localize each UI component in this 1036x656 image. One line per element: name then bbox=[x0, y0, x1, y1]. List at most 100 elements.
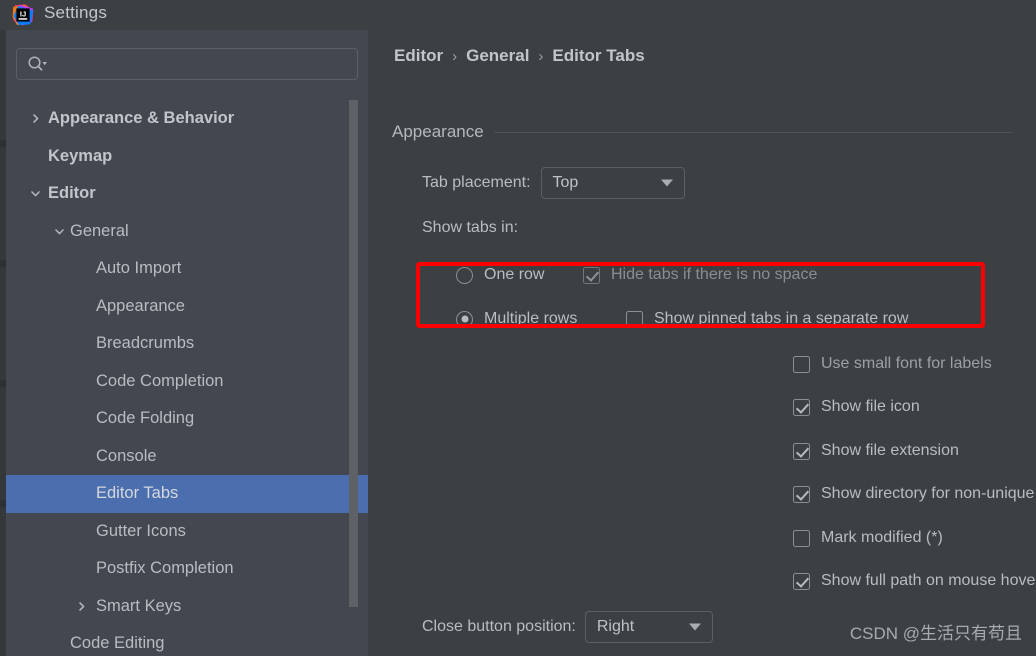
checkbox-input[interactable] bbox=[793, 398, 810, 416]
sidebar-item-label: Code Folding bbox=[96, 409, 195, 428]
checkbox-label: Show directory for non-unique file names bbox=[821, 485, 1036, 502]
sidebar-item-code-editing[interactable]: Code Editing bbox=[6, 625, 368, 656]
sidebar-item-label: Keymap bbox=[48, 146, 113, 165]
checkbox-input[interactable] bbox=[793, 442, 810, 460]
chevron-right-icon[interactable] bbox=[74, 599, 88, 613]
tab-placement-dropdown[interactable]: Top bbox=[540, 167, 685, 199]
multiple-rows-label: Multiple rows bbox=[484, 310, 578, 327]
sidebar-item-label: Appearance bbox=[96, 296, 185, 315]
sidebar-item-auto-import[interactable]: Auto Import bbox=[6, 250, 368, 288]
hide-tabs-no-space-label: Hide tabs if there is no space bbox=[611, 266, 818, 283]
breadcrumb-separator-icon: › bbox=[538, 47, 544, 65]
sidebar-item-label: Editor Tabs bbox=[96, 484, 179, 503]
checkbox-label: Show full path on mouse hover bbox=[821, 572, 1036, 589]
settings-window: IJ Settings Appearance & Behavior Keymap E… bbox=[0, 0, 1036, 656]
checkbox-option-mark-modified[interactable]: Mark modified (*) bbox=[793, 529, 943, 547]
caret-down-icon bbox=[42, 62, 47, 66]
sidebar-item-label: Code Completion bbox=[96, 371, 224, 390]
close-button-position-row: Close button position: Right bbox=[422, 611, 713, 643]
sidebar-scrollbar-thumb[interactable] bbox=[349, 100, 358, 607]
sidebar-item-breadcrumbs[interactable]: Breadcrumbs bbox=[6, 325, 368, 363]
hide-tabs-no-space-option[interactable]: Hide tabs if there is no space bbox=[583, 266, 817, 284]
checkbox-label: Use small font for labels bbox=[821, 355, 992, 372]
sidebar-item-label: General bbox=[70, 221, 129, 240]
svg-text:IJ: IJ bbox=[20, 10, 26, 19]
multiple-rows-option[interactable]: Multiple rows bbox=[456, 310, 577, 328]
checkbox-input[interactable] bbox=[793, 355, 810, 373]
sidebar-item-editor[interactable]: Editor bbox=[6, 175, 368, 213]
checkbox-option-show-full-path-on-mouse-hover[interactable]: Show full path on mouse hover bbox=[793, 572, 1036, 590]
search-icon[interactable] bbox=[27, 55, 49, 74]
sidebar-item-general[interactable]: General bbox=[6, 213, 368, 251]
settings-tree: Appearance & Behavior Keymap Editor General… bbox=[6, 100, 368, 656]
checkbox-option-use-small-font-for-labels[interactable]: Use small font for labels bbox=[793, 355, 992, 373]
checkbox-option-show-file-extension[interactable]: Show file extension bbox=[793, 442, 959, 460]
sidebar-item-label: Smart Keys bbox=[96, 596, 182, 615]
tab-placement-row: Tab placement: Top bbox=[422, 167, 685, 199]
close-button-position-dropdown[interactable]: Right bbox=[584, 611, 713, 643]
sidebar-item-label: Appearance & Behavior bbox=[48, 109, 235, 128]
sidebar-item-smart-keys[interactable]: Smart Keys bbox=[6, 588, 368, 626]
breadcrumb-item-editor-tabs[interactable]: Editor Tabs bbox=[552, 46, 644, 66]
pinned-separate-row-option[interactable]: Show pinned tabs in a separate row bbox=[626, 310, 908, 328]
checkbox-label: Mark modified (*) bbox=[821, 529, 943, 546]
multiple-rows-radio[interactable] bbox=[456, 310, 473, 328]
breadcrumb-item-editor[interactable]: Editor bbox=[394, 46, 443, 66]
section-divider bbox=[493, 131, 1012, 133]
settings-main-panel: Editor › General › Editor Tabs Appearanc… bbox=[368, 30, 1036, 656]
sidebar-scrollbar-track[interactable] bbox=[349, 30, 363, 656]
intellij-idea-logo-icon: IJ bbox=[12, 4, 34, 26]
close-button-position-value: Right bbox=[596, 618, 635, 635]
close-button-position-label: Close button position: bbox=[422, 618, 576, 635]
checkbox-label: Show file extension bbox=[821, 442, 959, 459]
sidebar-item-console[interactable]: Console bbox=[6, 438, 368, 476]
sidebar-item-code-folding[interactable]: Code Folding bbox=[6, 400, 368, 438]
search-field[interactable] bbox=[16, 48, 358, 80]
sidebar-item-label: Postfix Completion bbox=[96, 559, 234, 578]
sidebar-item-label: Console bbox=[96, 446, 157, 465]
checkbox-option-show-file-icon[interactable]: Show file icon bbox=[793, 398, 920, 416]
pinned-separate-row-label: Show pinned tabs in a separate row bbox=[654, 310, 909, 327]
show-tabs-in-label: Show tabs in: bbox=[422, 219, 519, 236]
sidebar-item-code-completion[interactable]: Code Completion bbox=[6, 363, 368, 401]
one-row-label: One row bbox=[484, 266, 545, 283]
search-input[interactable] bbox=[55, 49, 355, 79]
tab-placement-value: Top bbox=[552, 174, 579, 191]
sidebar-item-gutter-icons[interactable]: Gutter Icons bbox=[6, 513, 368, 551]
sidebar-item-keymap[interactable]: Keymap bbox=[6, 138, 368, 176]
one-row-option[interactable]: One row bbox=[456, 266, 544, 284]
chevron-right-icon[interactable] bbox=[28, 112, 42, 126]
title-bar: IJ Settings bbox=[0, 0, 1036, 30]
sidebar-item-label: Code Editing bbox=[70, 634, 165, 653]
chevron-down-icon[interactable] bbox=[28, 187, 42, 201]
checkbox-input[interactable] bbox=[793, 572, 810, 590]
sidebar-item-label: Gutter Icons bbox=[96, 521, 186, 540]
breadcrumb-separator-icon: › bbox=[452, 47, 458, 65]
checkbox-option-show-directory-for-non-unique-file-names[interactable]: Show directory for non-unique file names bbox=[793, 485, 1036, 503]
sidebar-item-postfix-completion[interactable]: Postfix Completion bbox=[6, 550, 368, 588]
watermark: CSDN @生活只有苟且 bbox=[849, 624, 1022, 643]
breadcrumb: Editor › General › Editor Tabs bbox=[394, 46, 645, 66]
chevron-down-icon bbox=[688, 623, 701, 631]
section-title: Appearance bbox=[392, 122, 484, 141]
sidebar-item-appearance[interactable]: Appearance bbox=[6, 288, 368, 326]
chevron-down-icon bbox=[660, 179, 673, 187]
checkbox-input[interactable] bbox=[793, 485, 810, 503]
pinned-separate-row-checkbox[interactable] bbox=[626, 310, 643, 328]
appearance-section-header: Appearance bbox=[392, 122, 1012, 142]
sidebar-item-appearance-behavior[interactable]: Appearance & Behavior bbox=[6, 100, 368, 138]
one-row-radio[interactable] bbox=[456, 266, 473, 284]
tab-placement-label: Tab placement: bbox=[422, 174, 531, 191]
show-tabs-in-label-row: Show tabs in: bbox=[422, 219, 518, 237]
sidebar-item-editor-tabs[interactable]: Editor Tabs bbox=[6, 475, 368, 513]
sidebar-item-label: Auto Import bbox=[96, 259, 182, 278]
sidebar-item-label: Breadcrumbs bbox=[96, 334, 195, 353]
window-title: Settings bbox=[44, 3, 108, 22]
hide-tabs-no-space-checkbox[interactable] bbox=[583, 266, 600, 284]
checkbox-label: Show file icon bbox=[821, 398, 920, 415]
chevron-down-icon[interactable] bbox=[52, 224, 66, 238]
sidebar-item-label: Editor bbox=[48, 184, 96, 203]
settings-sidebar: Appearance & Behavior Keymap Editor General… bbox=[6, 30, 368, 656]
breadcrumb-item-general[interactable]: General bbox=[466, 46, 529, 66]
checkbox-input[interactable] bbox=[793, 529, 810, 547]
